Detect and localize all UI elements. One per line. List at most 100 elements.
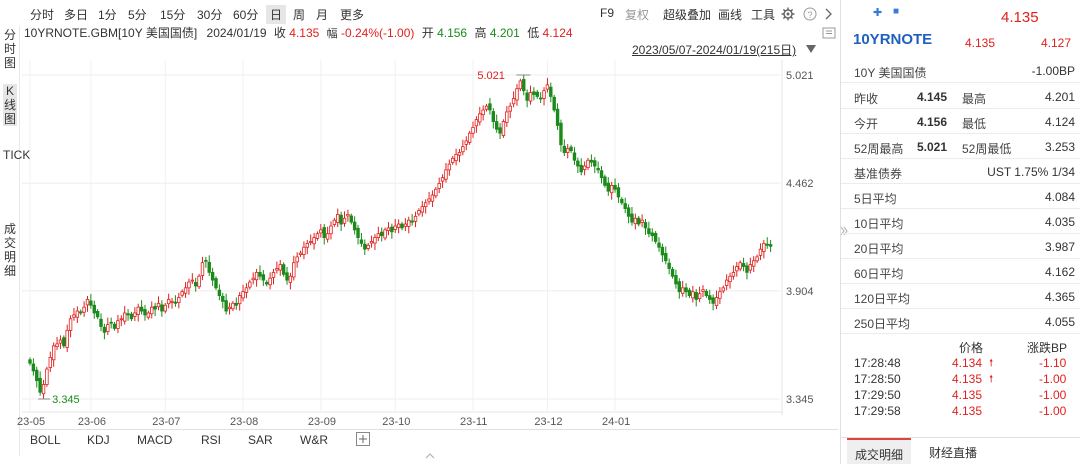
candle-down <box>210 271 215 281</box>
candle-up <box>691 291 695 299</box>
avg-row: 60日平均 4.162 <box>841 259 1080 284</box>
candle-up <box>244 287 249 293</box>
candle-up <box>133 312 137 317</box>
candle-down <box>562 145 567 153</box>
candle-up <box>582 165 587 170</box>
f9-button[interactable]: F9 <box>600 6 614 20</box>
stat-row: 昨收 4.145 最高 4.201 <box>841 84 1080 109</box>
avg-row: 250日平均 4.055 <box>841 309 1080 334</box>
stat-label: 最低 <box>962 117 987 131</box>
candle-down <box>261 274 266 281</box>
tick-header-price: 价格 <box>959 341 984 355</box>
candle-up <box>508 105 512 112</box>
tab-live-news[interactable]: 财经直播 <box>921 438 985 464</box>
candle-up <box>609 184 614 194</box>
candle-up <box>728 275 732 283</box>
dropdown-triangle-icon[interactable] <box>805 44 817 54</box>
chevron-right-icon[interactable] <box>824 8 834 20</box>
tick-header-change: 涨跌BP <box>1027 341 1068 355</box>
candle-down <box>576 160 580 167</box>
candle-up <box>251 277 255 281</box>
tools-button[interactable]: 工具 <box>751 6 775 23</box>
candle-down <box>62 337 66 347</box>
candle-down <box>95 311 100 318</box>
tab-duori[interactable]: 多日 <box>64 6 88 23</box>
indicator-boll[interactable]: BOLL <box>30 433 61 447</box>
candle-down <box>173 301 178 304</box>
candle-down <box>653 232 658 242</box>
avg-value: 4.365 <box>1044 290 1075 304</box>
candle-down <box>153 306 157 310</box>
avg-label: 60日平均 <box>854 267 904 281</box>
x-tick-label: 23-10 <box>382 416 410 428</box>
quote-info-line: 10YRNOTE.GBM[10Y 美国国债] 2024/01/19 收 4.13… <box>24 24 573 41</box>
tab-week[interactable]: 周 <box>293 6 305 23</box>
tab-fenshi[interactable]: 分时 <box>30 6 54 23</box>
overlay-button[interactable]: 超级叠加 <box>663 6 711 23</box>
candle-down <box>126 313 130 316</box>
candle-down <box>258 271 262 277</box>
add-indicator-icon[interactable] <box>356 432 370 446</box>
candle-down <box>745 265 749 273</box>
indicator-sar[interactable]: SAR <box>248 433 273 447</box>
star-icon[interactable]: ■ <box>893 6 899 17</box>
candle-up <box>724 279 729 286</box>
close-label: 收 <box>273 26 286 40</box>
candle-up <box>423 202 428 208</box>
indicator-macd[interactable]: MACD <box>137 433 172 447</box>
candle-down <box>285 272 289 281</box>
candle-down <box>572 152 577 161</box>
avg-row: 10日平均 4.035 <box>841 209 1080 234</box>
candle-up <box>163 304 167 312</box>
help-icon[interactable]: ? <box>803 7 817 21</box>
candle-up <box>342 217 347 224</box>
bench-value: UST 1.75% 1/34 <box>987 165 1075 179</box>
collapse-up-icon[interactable] <box>425 452 435 460</box>
candle-down <box>606 182 610 192</box>
indicator-wr[interactable]: W&R <box>300 433 328 447</box>
stat-label: 52周最高 <box>854 142 904 156</box>
candle-up <box>248 281 252 288</box>
draw-line-button[interactable]: 画线 <box>718 6 742 23</box>
tab-more[interactable]: 更多 <box>340 6 364 23</box>
candle-down <box>664 253 668 262</box>
up-arrow-icon: 🠕 <box>989 358 994 369</box>
candle-up <box>528 92 533 102</box>
panel-name-row: 10Y 美国国债 -1.00BP <box>841 58 1080 83</box>
candle-up <box>396 223 401 228</box>
panel-code: 10YRNOTE <box>853 31 933 48</box>
candle-up <box>183 287 188 294</box>
pin-icon[interactable]: ✚ <box>873 6 882 19</box>
candle-up <box>474 119 479 127</box>
indicator-rsi[interactable]: RSI <box>201 433 221 447</box>
tab-month[interactable]: 月 <box>316 6 328 23</box>
up-arrow-icon: 🠕 <box>989 374 994 385</box>
candle-up <box>752 260 756 267</box>
min-price-label: 3.345 <box>52 394 80 406</box>
tab-trade-detail[interactable]: 成交明细 <box>847 438 912 464</box>
x-tick-label: 23-06 <box>78 416 106 428</box>
date-range[interactable]: 2023/05/07-2024/01/19(215日) <box>632 41 796 58</box>
candle-down <box>194 282 198 287</box>
candle-up <box>346 213 350 217</box>
candle-up <box>542 90 546 99</box>
candle-up <box>755 256 759 262</box>
tab-day[interactable]: 日 <box>266 5 287 24</box>
tab-60min[interactable]: 60分 <box>233 6 258 23</box>
gear-icon[interactable] <box>781 7 795 21</box>
candle-up <box>298 252 303 255</box>
panel-collapse-icon[interactable] <box>822 26 836 40</box>
tab-1min[interactable]: 1分 <box>98 6 117 23</box>
candle-down <box>657 242 661 248</box>
indicator-kdj[interactable]: KDJ <box>87 433 110 447</box>
tab-5min[interactable]: 5分 <box>128 6 147 23</box>
tab-30min[interactable]: 30分 <box>197 6 222 23</box>
close-value: 4.135 <box>289 26 320 40</box>
candle-up <box>484 105 489 110</box>
candle-up <box>403 223 408 227</box>
candlestick-chart[interactable]: 5.0214.4623.9043.345 23-05 23-06 23-07 23-0… <box>0 60 838 430</box>
fuquan-button[interactable]: 复权 <box>625 6 649 23</box>
candle-up <box>731 271 736 277</box>
candle-down <box>538 97 543 100</box>
tab-15min[interactable]: 15分 <box>160 6 185 23</box>
